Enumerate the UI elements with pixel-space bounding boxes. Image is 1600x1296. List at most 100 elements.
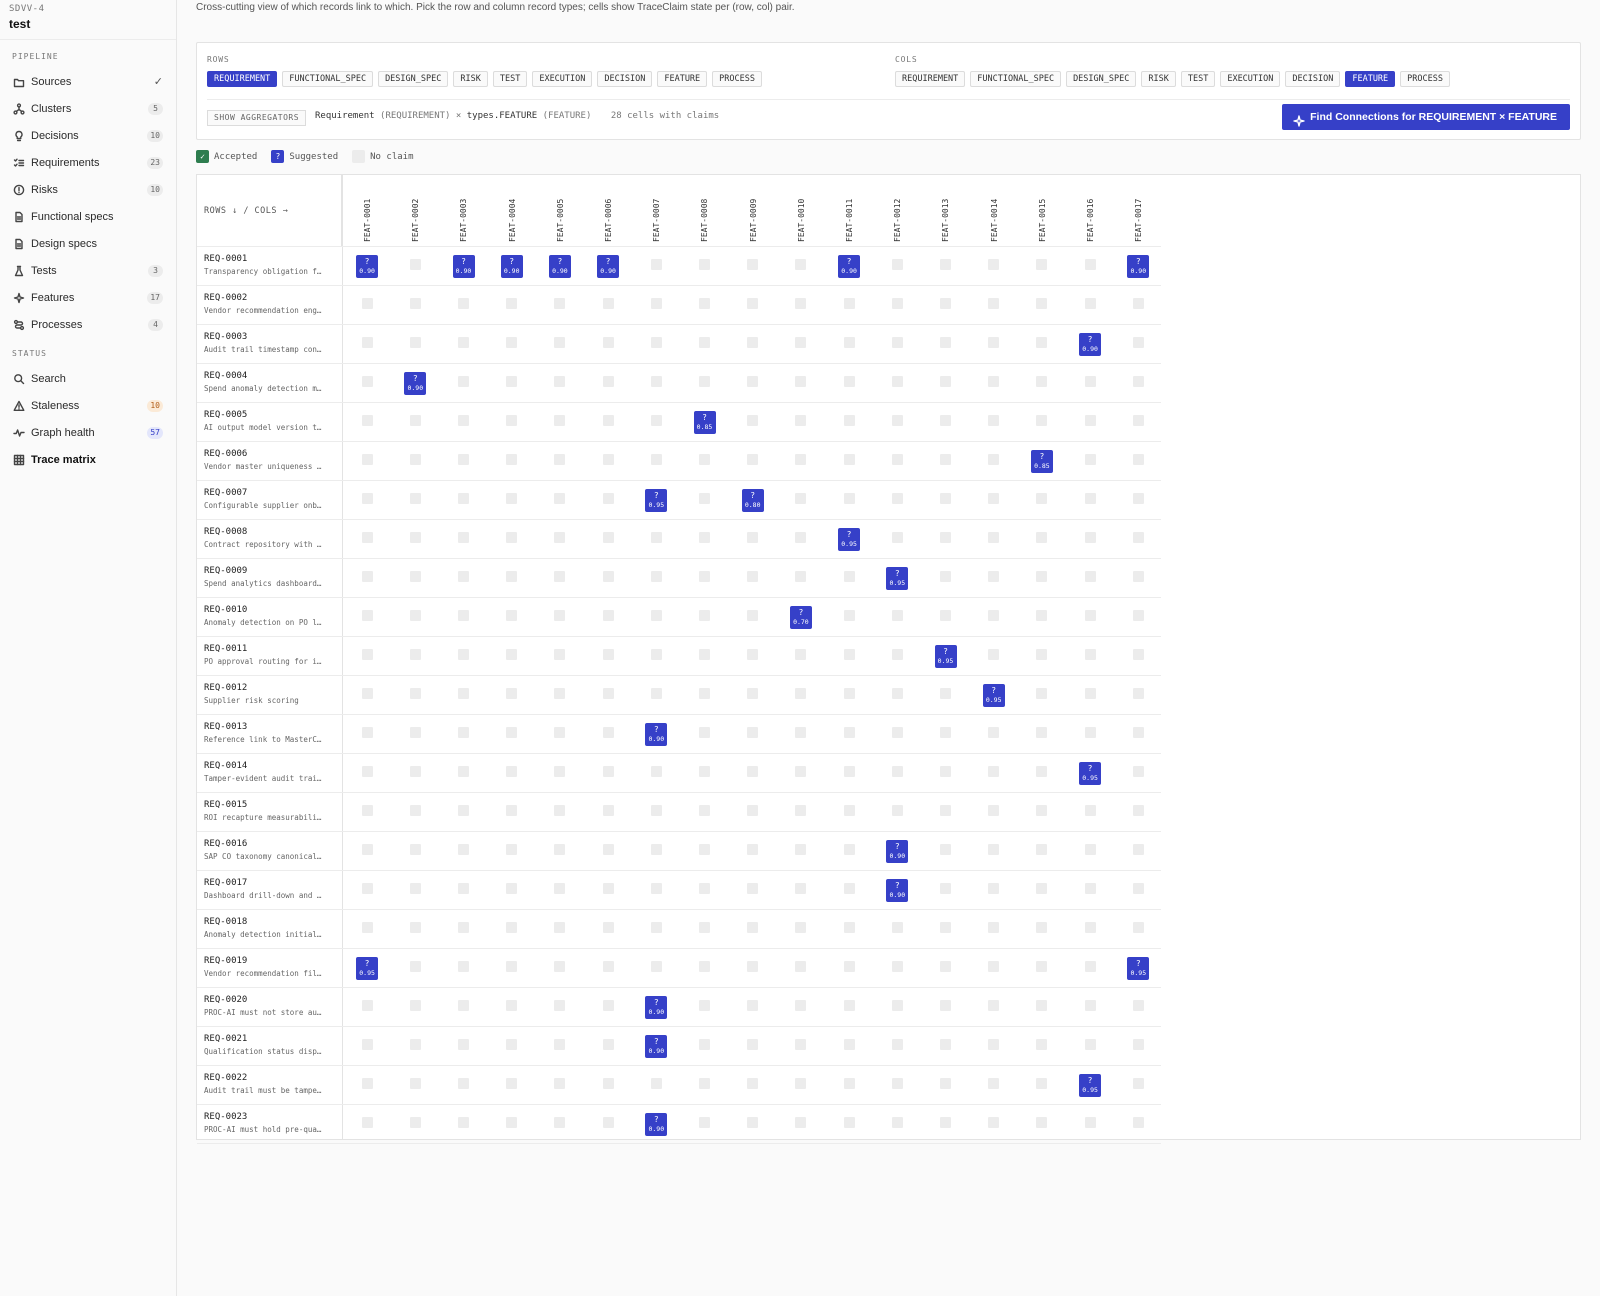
empty-claim-cell[interactable]: [409, 882, 421, 894]
empty-claim-cell[interactable]: [747, 726, 759, 738]
empty-claim-cell[interactable]: [699, 921, 710, 933]
empty-claim-cell[interactable]: [747, 765, 759, 777]
empty-claim-cell[interactable]: [843, 765, 855, 777]
row-type-chip-design-spec[interactable]: DESIGN_SPEC: [378, 71, 449, 87]
empty-claim-cell[interactable]: [1084, 1038, 1096, 1050]
empty-claim-cell[interactable]: [699, 1077, 710, 1089]
empty-claim-cell[interactable]: [891, 531, 903, 543]
col-type-chip-test[interactable]: TEST: [1180, 71, 1216, 87]
row-header[interactable]: REQ-0015 ROI recapture measurabili…: [197, 792, 342, 831]
empty-claim-cell[interactable]: [602, 453, 614, 465]
empty-claim-cell[interactable]: [988, 492, 1000, 504]
empty-claim-cell[interactable]: [1036, 414, 1048, 426]
empty-claim-cell[interactable]: [843, 336, 855, 348]
empty-claim-cell[interactable]: [506, 843, 518, 855]
empty-claim-cell[interactable]: [554, 921, 566, 933]
empty-claim-cell[interactable]: [1084, 804, 1096, 816]
suggested-claim-cell[interactable]: ? 0.85: [1030, 449, 1053, 473]
empty-claim-cell[interactable]: [988, 1116, 1000, 1128]
suggested-claim-cell[interactable]: ? 0.95: [982, 683, 1005, 707]
column-header[interactable]: FEAT-0014: [970, 175, 1018, 246]
empty-claim-cell[interactable]: [554, 531, 566, 543]
empty-claim-cell[interactable]: [1036, 492, 1048, 504]
column-header[interactable]: FEAT-0012: [873, 175, 921, 246]
empty-claim-cell[interactable]: [1084, 648, 1096, 660]
empty-claim-cell[interactable]: [506, 1077, 518, 1089]
empty-claim-cell[interactable]: [602, 492, 614, 504]
row-type-chip-test[interactable]: TEST: [492, 71, 528, 87]
empty-claim-cell[interactable]: [409, 765, 421, 777]
sidebar-item-tests[interactable]: Tests 3: [0, 257, 176, 284]
row-header[interactable]: REQ-0019 Vendor recommendation fil…: [197, 948, 342, 987]
empty-claim-cell[interactable]: [1036, 921, 1048, 933]
column-header[interactable]: FEAT-0005: [536, 175, 584, 246]
row-header[interactable]: REQ-0020 PROC-AI must not store au…: [197, 987, 342, 1026]
empty-claim-cell[interactable]: [940, 765, 951, 777]
empty-claim-cell[interactable]: [506, 648, 518, 660]
empty-claim-cell[interactable]: [554, 336, 566, 348]
empty-claim-cell[interactable]: [361, 804, 373, 816]
empty-claim-cell[interactable]: [650, 1077, 662, 1089]
empty-claim-cell[interactable]: [650, 609, 662, 621]
empty-claim-cell[interactable]: [747, 414, 759, 426]
empty-claim-cell[interactable]: [747, 570, 759, 582]
empty-claim-cell[interactable]: [554, 570, 566, 582]
col-type-chip-requirement[interactable]: REQUIREMENT: [895, 71, 966, 87]
suggested-claim-cell[interactable]: ? 0.90: [500, 254, 523, 278]
empty-claim-cell[interactable]: [602, 609, 614, 621]
empty-claim-cell[interactable]: [699, 570, 710, 582]
row-header[interactable]: REQ-0006 Vendor master uniqueness …: [197, 441, 342, 480]
column-header[interactable]: FEAT-0002: [391, 175, 439, 246]
empty-claim-cell[interactable]: [699, 999, 710, 1011]
empty-claim-cell[interactable]: [747, 1077, 759, 1089]
empty-claim-cell[interactable]: [1036, 297, 1048, 309]
empty-claim-cell[interactable]: [554, 609, 566, 621]
empty-claim-cell[interactable]: [795, 1077, 807, 1089]
empty-claim-cell[interactable]: [795, 960, 807, 972]
empty-claim-cell[interactable]: [506, 1116, 518, 1128]
empty-claim-cell[interactable]: [361, 843, 373, 855]
empty-claim-cell[interactable]: [988, 1077, 1000, 1089]
empty-claim-cell[interactable]: [1036, 336, 1048, 348]
row-header[interactable]: REQ-0009 Spend analytics dashboard…: [197, 558, 342, 597]
empty-claim-cell[interactable]: [361, 336, 373, 348]
empty-claim-cell[interactable]: [1132, 609, 1144, 621]
sidebar-item-requirements[interactable]: Requirements 23: [0, 149, 176, 176]
empty-claim-cell[interactable]: [891, 726, 903, 738]
col-type-chip-design-spec[interactable]: DESIGN_SPEC: [1066, 71, 1137, 87]
row-header[interactable]: REQ-0003 Audit trail timestamp con…: [197, 324, 342, 363]
empty-claim-cell[interactable]: [988, 843, 1000, 855]
empty-claim-cell[interactable]: [361, 882, 373, 894]
empty-claim-cell[interactable]: [940, 258, 951, 270]
empty-claim-cell[interactable]: [361, 765, 373, 777]
suggested-claim-cell[interactable]: ? 0.90: [597, 254, 620, 278]
empty-claim-cell[interactable]: [506, 687, 518, 699]
empty-claim-cell[interactable]: [891, 1038, 903, 1050]
empty-claim-cell[interactable]: [940, 570, 951, 582]
empty-claim-cell[interactable]: [409, 258, 421, 270]
empty-claim-cell[interactable]: [602, 1116, 614, 1128]
row-type-chip-functional-spec[interactable]: FUNCTIONAL_SPEC: [282, 71, 374, 87]
empty-claim-cell[interactable]: [940, 882, 951, 894]
empty-claim-cell[interactable]: [409, 687, 421, 699]
empty-claim-cell[interactable]: [409, 1038, 421, 1050]
empty-claim-cell[interactable]: [458, 999, 469, 1011]
empty-claim-cell[interactable]: [795, 453, 807, 465]
empty-claim-cell[interactable]: [699, 531, 710, 543]
column-header[interactable]: FEAT-0001: [343, 175, 391, 246]
empty-claim-cell[interactable]: [1036, 648, 1048, 660]
empty-claim-cell[interactable]: [988, 726, 1000, 738]
empty-claim-cell[interactable]: [795, 1116, 807, 1128]
empty-claim-cell[interactable]: [747, 882, 759, 894]
sidebar-item-design-specs[interactable]: Design specs: [0, 230, 176, 257]
empty-claim-cell[interactable]: [1036, 570, 1048, 582]
suggested-claim-cell[interactable]: ? 0.95: [645, 488, 668, 512]
sidebar-item-sources[interactable]: Sources ✓: [0, 68, 176, 95]
suggested-claim-cell[interactable]: ? 0.95: [356, 956, 379, 980]
empty-claim-cell[interactable]: [891, 1077, 903, 1089]
empty-claim-cell[interactable]: [1084, 531, 1096, 543]
empty-claim-cell[interactable]: [891, 453, 903, 465]
empty-claim-cell[interactable]: [699, 882, 710, 894]
column-header[interactable]: FEAT-0006: [584, 175, 632, 246]
empty-claim-cell[interactable]: [795, 1038, 807, 1050]
